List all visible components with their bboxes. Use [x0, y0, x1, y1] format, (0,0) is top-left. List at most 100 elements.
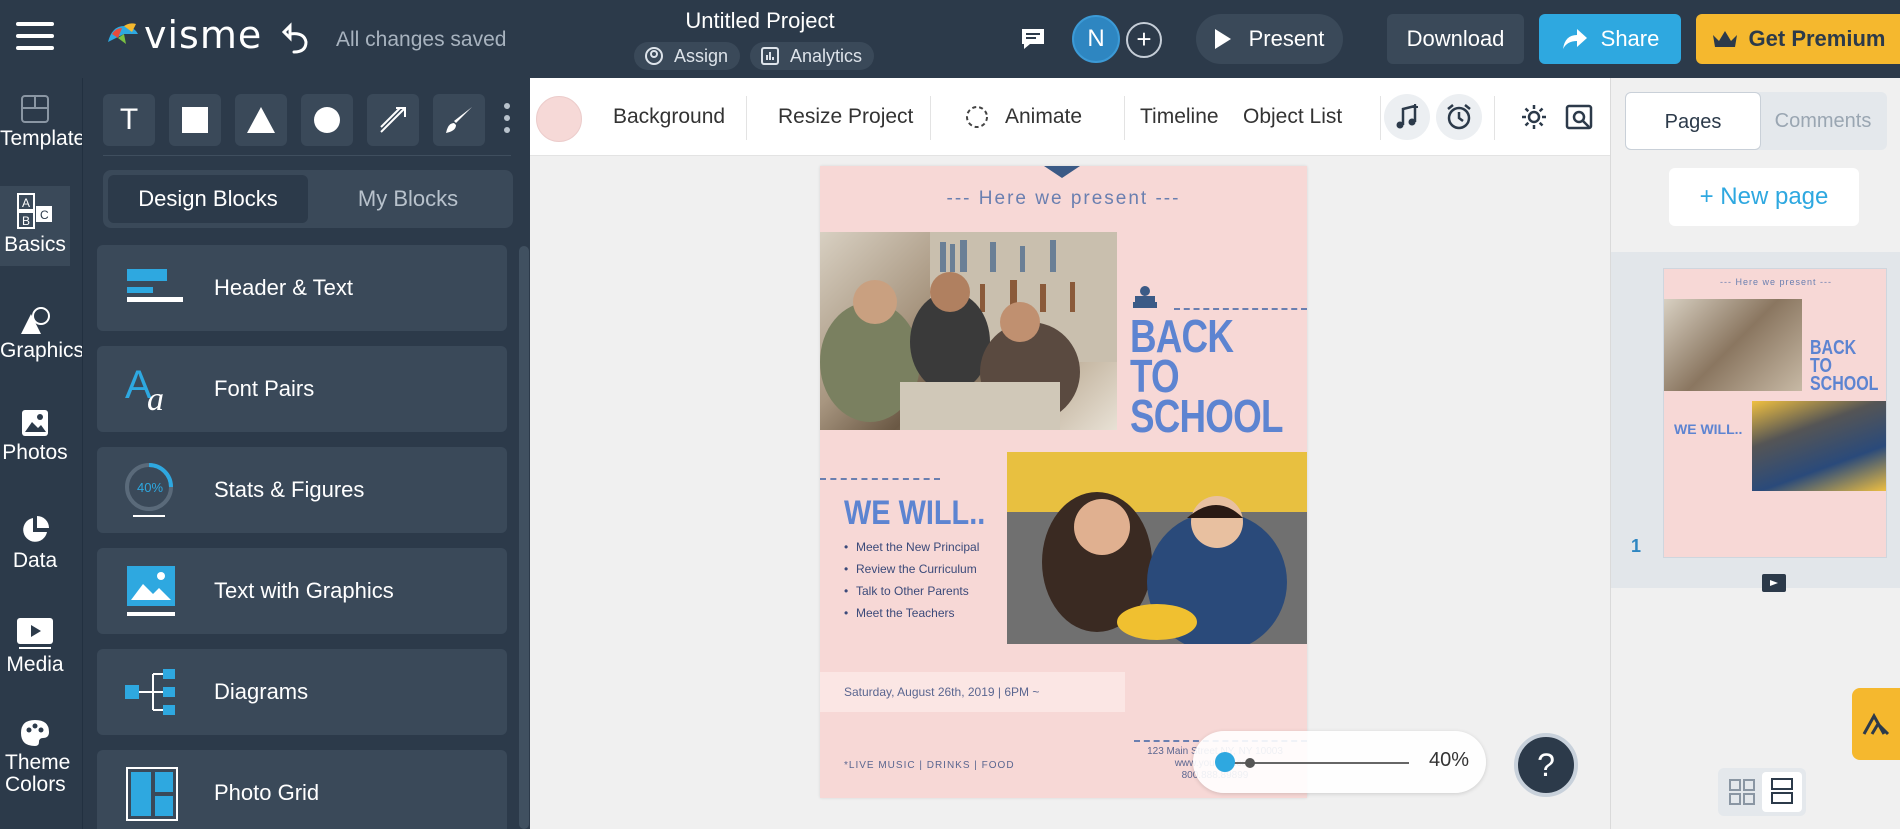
user-avatar[interactable]: N	[1072, 15, 1120, 63]
page-thumbnail[interactable]: --- Here we present --- BACK TO SCHOOL W…	[1663, 268, 1887, 558]
menu-icon[interactable]	[16, 22, 54, 54]
toolbar-divider	[1494, 96, 1495, 140]
add-user-button[interactable]: +	[1126, 22, 1162, 58]
alarm-clock-icon	[1447, 104, 1471, 130]
timer-button[interactable]	[1436, 94, 1482, 140]
save-status: All changes saved	[336, 28, 507, 51]
grid-view-button[interactable]	[1722, 772, 1762, 812]
thumb-present-line: --- Here we present ---	[1719, 277, 1832, 287]
rail-data[interactable]: Data	[0, 514, 70, 572]
tab-pages[interactable]: Pages	[1625, 92, 1761, 150]
toolbar-divider	[1380, 96, 1381, 140]
brush-tool[interactable]	[433, 94, 485, 146]
block-header-text[interactable]: Header & Text	[97, 245, 507, 331]
present-button[interactable]: Present	[1196, 14, 1343, 64]
tools-divider	[103, 155, 511, 156]
list-view-button[interactable]	[1762, 772, 1802, 812]
present-label: Present	[1248, 26, 1325, 51]
agenda-list[interactable]: Meet the New Principal Review the Curric…	[844, 536, 979, 624]
text-graphics-icon	[127, 566, 175, 616]
rail-photos-label: Photos	[2, 441, 68, 464]
toolbar-divider	[930, 96, 931, 140]
page-number: 1	[1631, 536, 1642, 556]
graphics-icon	[21, 307, 50, 334]
agenda-item: Talk to Other Parents	[844, 580, 979, 602]
circle-tool[interactable]	[301, 94, 353, 146]
panel-scrollbar[interactable]	[519, 246, 529, 829]
thumb-photo	[1664, 299, 1802, 391]
block-photo-grid[interactable]: Photo Grid	[97, 750, 507, 829]
we-will-heading[interactable]: WE WILL..	[844, 494, 985, 533]
new-page-button[interactable]: + New page	[1669, 168, 1859, 226]
visme-logo[interactable]: visme	[104, 16, 262, 54]
arrow-line-icon	[380, 107, 406, 133]
animate-button[interactable]: Animate	[1005, 78, 1082, 156]
thumb-title-line-1: BACK TO	[1810, 337, 1857, 377]
zoom-default-marker	[1245, 758, 1255, 768]
premium-side-tab[interactable]	[1852, 688, 1900, 760]
brand-mountain-icon	[1862, 712, 1890, 736]
rectangle-tool[interactable]	[169, 94, 221, 146]
line-tool[interactable]	[367, 94, 419, 146]
help-button[interactable]: ?	[1514, 733, 1578, 797]
header-text-icon	[127, 269, 183, 302]
title-line-2: SCHOOL	[1130, 390, 1283, 442]
thumb-we-will: WE WILL..	[1674, 421, 1743, 437]
rail-graphics[interactable]: Graphics	[0, 306, 84, 362]
comment-icon[interactable]	[1020, 26, 1046, 52]
analytics-button[interactable]: Analytics	[750, 42, 875, 70]
diagrams-icon	[125, 669, 175, 715]
add-music-button[interactable]	[1384, 94, 1430, 140]
preview-search-icon[interactable]	[1563, 100, 1597, 134]
photo-students-library[interactable]	[820, 232, 1117, 430]
tab-my-blocks[interactable]: My Blocks	[308, 175, 508, 223]
present-line[interactable]: --- Here we present ---	[820, 188, 1307, 210]
tab-design-blocks[interactable]: Design Blocks	[108, 175, 308, 223]
event-extras[interactable]: *LIVE MUSIC | DRINKS | FOOD	[844, 760, 1015, 771]
dashed-divider	[820, 478, 940, 480]
block-stats-figures[interactable]: 40% Stats & Figures	[97, 447, 507, 533]
text-tool[interactable]: T	[103, 94, 155, 146]
back-to-school-title[interactable]: BACK TO SCHOOL	[1130, 313, 1283, 442]
design-page[interactable]: --- Here we present --- BACK TO SCHOOL W…	[820, 166, 1307, 798]
block-diagrams[interactable]: Diagrams	[97, 649, 507, 735]
pie-chart-icon	[23, 516, 49, 542]
rail-theme-colors-label: Theme Colors	[5, 751, 71, 796]
rail-theme-colors[interactable]: Theme Colors	[0, 718, 70, 796]
photo-students-laptop[interactable]	[1007, 452, 1307, 644]
background-color-swatch[interactable]	[536, 96, 582, 142]
rail-data-label: Data	[12, 549, 58, 572]
event-date[interactable]: Saturday, August 26th, 2019 | 6PM ~	[820, 672, 1125, 712]
music-note-icon	[1396, 104, 1418, 129]
tab-comments[interactable]: Comments	[1755, 92, 1891, 150]
analytics-label: Analytics	[790, 45, 863, 66]
animate-icon[interactable]	[964, 104, 990, 135]
block-text-graphics[interactable]: Text with Graphics	[97, 548, 507, 634]
block-font-pairs[interactable]: Aa Font Pairs	[97, 346, 507, 432]
resize-project-button[interactable]: Resize Project	[778, 78, 913, 156]
rail-media[interactable]: Media	[0, 616, 70, 676]
triangle-tool[interactable]	[235, 94, 287, 146]
undo-icon[interactable]	[282, 22, 316, 56]
rail-basics[interactable]: ABC Basics	[0, 186, 70, 266]
more-tools-icon[interactable]	[503, 100, 511, 141]
svg-text:A: A	[22, 196, 30, 210]
object-list-button[interactable]: Object List	[1243, 78, 1342, 156]
timeline-button[interactable]: Timeline	[1140, 78, 1219, 156]
settings-icon[interactable]	[1517, 100, 1551, 134]
zoom-value[interactable]: 40%	[1429, 749, 1469, 772]
rail-photos[interactable]: Photos	[0, 408, 70, 464]
zoom-slider-handle[interactable]	[1215, 752, 1235, 772]
thumb-title: BACK TO SCHOOL	[1810, 337, 1878, 394]
background-button[interactable]: Background	[613, 78, 725, 156]
share-button[interactable]: Share	[1539, 14, 1681, 64]
rail-templates[interactable]: Templates	[0, 94, 96, 150]
project-title[interactable]: Untitled Project	[620, 8, 900, 34]
get-premium-button[interactable]: Get Premium	[1696, 14, 1900, 64]
thumb-photo	[1752, 401, 1886, 491]
assign-button[interactable]: Assign	[634, 42, 741, 70]
editor-toolbar: Background Resize Project Animate Timeli…	[530, 78, 1610, 156]
agenda-item: Meet the Teachers	[844, 602, 979, 624]
download-button[interactable]: Download	[1387, 14, 1524, 64]
duplicate-page-icon[interactable]	[1760, 572, 1788, 594]
